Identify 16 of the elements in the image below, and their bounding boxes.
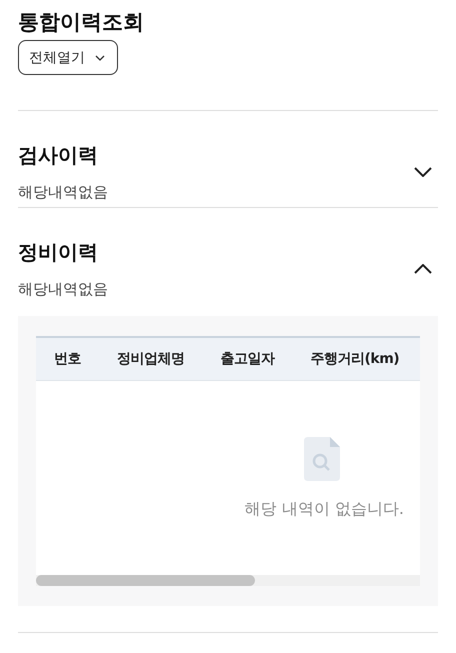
section-title: 정비이력 (18, 239, 99, 266)
chevron-down-icon[interactable] (414, 167, 432, 177)
column-header: 출고일자 (220, 350, 274, 368)
document-search-icon (304, 436, 340, 480)
scrollbar[interactable] (36, 575, 420, 586)
column-header: 정비업체명 (117, 350, 184, 368)
chevron-up-icon[interactable] (414, 264, 432, 274)
expand-all-button[interactable]: 전체열기 (18, 40, 118, 75)
chevron-down-icon (95, 54, 105, 60)
column-header: 주행거리(km) (310, 350, 400, 368)
empty-message: 해당 내역이 없습니다. (244, 498, 404, 520)
section-title: 검사이력 (18, 142, 99, 169)
page-title: 통합이력조회 (18, 9, 145, 36)
section-summary: 해당내역없음 (18, 183, 108, 202)
column-header: 번호 (54, 350, 81, 368)
section-summary: 해당내역없음 (18, 280, 108, 299)
